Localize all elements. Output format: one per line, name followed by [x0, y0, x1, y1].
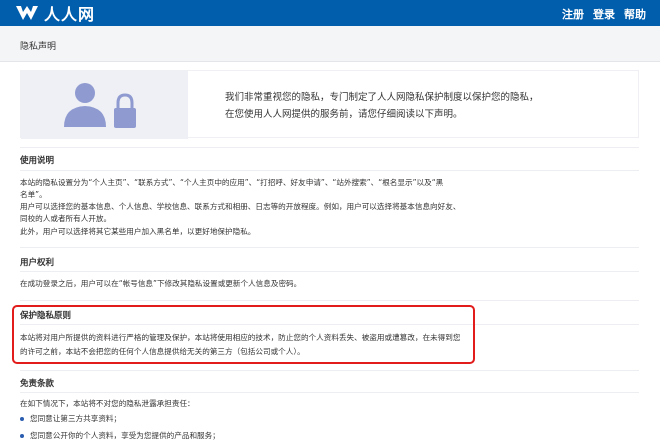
section-title-disclaimer: 免责条款	[20, 379, 55, 389]
logo[interactable]: 人人网	[14, 3, 96, 24]
disclaimer-bullet-text: 您同意公开你的个人资料，享受为您提供的产品和服务；	[30, 431, 220, 440]
divider	[20, 370, 639, 371]
help-link[interactable]: 帮助	[624, 6, 646, 22]
logo-text: 人人网	[44, 5, 96, 24]
top-nav: 注册 登录 帮助	[562, 6, 646, 22]
renren-logo-icon	[16, 6, 38, 20]
banner-text-line1: 我们非常重视您的隐私，专门制定了人人网隐私保护制度以保护您的隐私，	[225, 92, 539, 103]
disclaimer-bullet: 您同意让第三方共享资料；	[20, 413, 121, 424]
divider	[20, 300, 639, 301]
title-bar: 隐私声明	[0, 26, 660, 62]
disclaimer-intro: 在如下情况下，本站将不对您的隐私泄露承担责任：	[20, 399, 195, 408]
login-link[interactable]: 登录	[593, 6, 615, 22]
highlight-annotation	[12, 305, 475, 364]
bullet-dot-icon	[20, 416, 24, 421]
disclaimer-bullet: 您同意公开你的个人资料，享受为您提供的产品和服务；	[20, 430, 220, 441]
divider	[20, 170, 639, 171]
privacy-banner: 我们非常重视您的隐私，专门制定了人人网隐私保护制度以保护您的隐私， 在您使用人人…	[20, 70, 639, 139]
rights-line: 在成功登录之后，用户可以在“帐号信息”下修改其隐私设置或更新个人信息及密码。	[20, 279, 302, 288]
divider	[20, 147, 639, 148]
user-lock-icon	[64, 83, 136, 128]
top-navbar: 人人网 注册 登录 帮助	[0, 0, 660, 26]
usage-line: 此外，用户可以选择将其它某些用户加入黑名单，以更好地保护隐私。	[20, 227, 256, 236]
section-title-rights: 用户权利	[20, 258, 55, 268]
usage-line: 名单”。	[20, 190, 47, 199]
banner-illustration	[21, 71, 188, 139]
register-link[interactable]: 注册	[562, 6, 584, 22]
divider	[20, 392, 639, 393]
divider	[20, 247, 639, 248]
disclaimer-bullet-text: 您同意让第三方共享资料；	[30, 414, 122, 423]
usage-line: 同校的人或者所有人开放。	[20, 214, 112, 223]
divider	[20, 271, 639, 272]
section-title-usage: 使用说明	[20, 156, 55, 166]
banner-text-line2: 在您使用人人网提供的服务前，请您仔细阅读以下声明。	[225, 109, 463, 120]
usage-line: 本站的隐私设置分为“个人主页”、“联系方式”、“个人主页中的应用”、“打招呼、好…	[20, 178, 444, 187]
bullet-dot-icon	[20, 433, 24, 438]
usage-line: 用户可以选择您的基本信息、个人信息、学校信息、联系方式和相册、日志等的开放程度。…	[20, 202, 461, 211]
page-title: 隐私声明	[20, 42, 57, 52]
